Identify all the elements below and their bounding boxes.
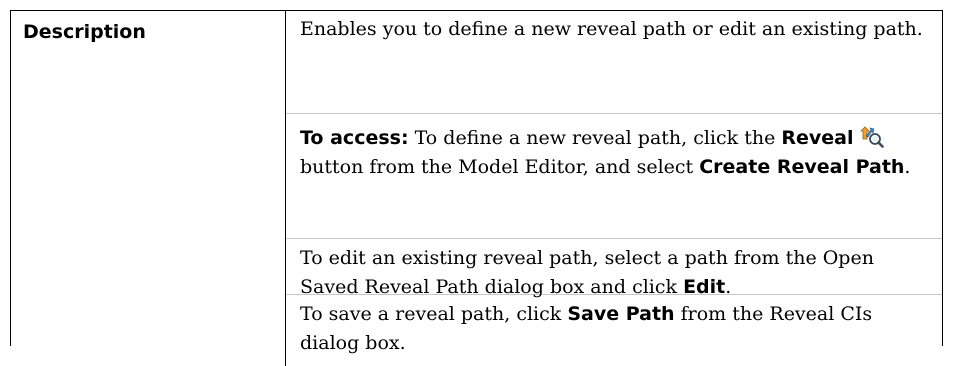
access-label: To access: [300, 127, 409, 149]
description-table: Description Enables you to define a new … [10, 10, 943, 366]
save-paragraph: To save a reveal path, click Save Path f… [286, 295, 942, 366]
description-label-cell: Description [11, 11, 286, 366]
edit-text: To edit an existing reveal path, select … [300, 247, 874, 298]
save-path-label: Save Path [567, 303, 675, 325]
save-text-1: To save a reveal path, click [300, 303, 568, 325]
description-paragraph: Enables you to define a new reveal path … [286, 11, 942, 114]
description-content-cell: Enables you to define a new reveal path … [286, 11, 942, 366]
reveal-button-name: Reveal [781, 127, 854, 149]
reveal-icon [859, 126, 884, 148]
edit-paragraph: To edit an existing reveal path, select … [286, 239, 942, 298]
description-text: Enables you to define a new reveal path … [300, 18, 923, 40]
create-reveal-path-label: Create Reveal Path [699, 156, 905, 178]
access-text-2: button from the Model Editor, and select [300, 156, 700, 178]
access-text-1: To define a new reveal path, click the [408, 127, 782, 149]
description-label: Description [23, 21, 146, 43]
access-paragraph: To access: To define a new reveal path, … [286, 114, 942, 239]
access-end: . [904, 156, 911, 178]
